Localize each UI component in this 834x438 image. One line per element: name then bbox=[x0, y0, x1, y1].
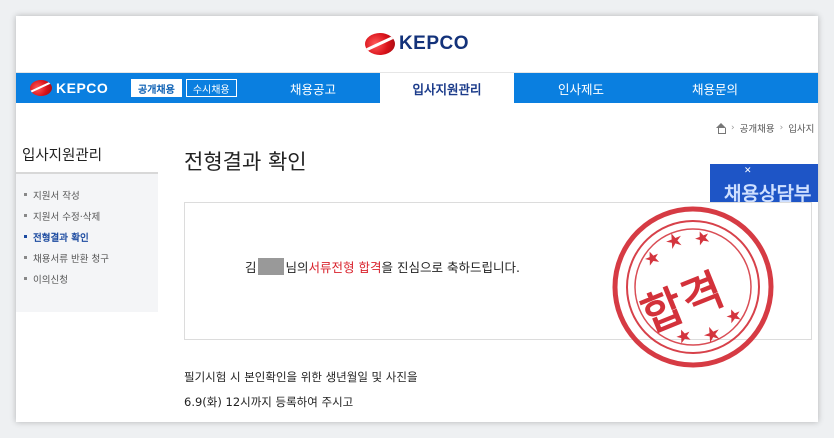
logo-text: KEPCO bbox=[398, 33, 470, 54]
nav-item-job-posting[interactable]: 채용공고 bbox=[246, 73, 380, 103]
kepco-logo[interactable]: KEPCO bbox=[364, 33, 470, 55]
notice-line: 필기시험 시 본인확인을 위한 생년월일 및 사진을 bbox=[184, 370, 418, 384]
notice-line: 6.9(화) 12시까지 등록하여 주시고 bbox=[184, 395, 354, 409]
masked-name bbox=[257, 258, 284, 275]
nav-item-hr-system[interactable]: 인사제도 bbox=[514, 73, 648, 103]
sidebar-title: 입사지원관리 bbox=[16, 136, 158, 174]
result-message: 김 님의 서류전형 합격 을 진심으로 축하드립니다. bbox=[245, 257, 520, 276]
main-navbar: KEPCO 공개채용 수시채용 채용공고 입사지원관리 인사제도 채용문의 bbox=[16, 73, 818, 103]
kepco-logo-icon bbox=[364, 33, 395, 55]
kepco-logo-icon bbox=[30, 80, 52, 96]
sidebar-item-edit-application[interactable]: 지원서 수정·삭제 bbox=[24, 205, 158, 226]
nav-menu: 채용공고 입사지원관리 인사제도 채용문의 bbox=[246, 73, 782, 103]
sidebar-item-document-return[interactable]: 채용서류 반환 청구 bbox=[24, 247, 158, 268]
sidebar-item-appeal[interactable]: 이의신청 bbox=[24, 268, 158, 289]
bullet-icon bbox=[24, 214, 27, 217]
breadcrumb: › 공개채용 › 입사지 bbox=[716, 121, 814, 135]
sidebar: 입사지원관리 지원서 작성 지원서 수정·삭제 전형결과 확인 채용서류 반환 … bbox=[16, 136, 158, 312]
applicant-name-initial: 김 bbox=[245, 260, 257, 275]
bullet-icon bbox=[24, 256, 27, 259]
sidebar-item-label: 지원서 수정·삭제 bbox=[33, 211, 101, 223]
nav-item-inquiry[interactable]: 채용문의 bbox=[648, 73, 782, 103]
sidebar-item-check-result[interactable]: 전형결과 확인 bbox=[24, 226, 158, 247]
home-icon[interactable] bbox=[716, 123, 726, 134]
message-part1: 님의 bbox=[285, 260, 309, 275]
chevron-right-icon: › bbox=[731, 123, 735, 133]
page-title: 전형결과 확인 bbox=[184, 150, 307, 174]
sidebar-item-label: 전형결과 확인 bbox=[33, 232, 89, 244]
bullet-icon bbox=[24, 193, 27, 196]
sidebar-item-label: 지원서 작성 bbox=[33, 190, 80, 202]
sidebar-item-label: 채용서류 반환 청구 bbox=[33, 253, 109, 265]
breadcrumb-item[interactable]: 입사지 bbox=[788, 121, 814, 135]
sidebar-item-label: 이의신청 bbox=[33, 274, 68, 286]
navbar-logo[interactable]: KEPCO bbox=[16, 80, 131, 96]
site-header: KEPCO bbox=[16, 16, 818, 73]
bullet-icon bbox=[24, 235, 27, 238]
sidebar-item-write-application[interactable]: 지원서 작성 bbox=[24, 184, 158, 205]
nav-item-application-management[interactable]: 입사지원관리 bbox=[380, 73, 514, 103]
pill-public-recruit[interactable]: 공개채용 bbox=[131, 79, 182, 97]
breadcrumb-item[interactable]: 공개채용 bbox=[740, 121, 775, 135]
bullet-icon bbox=[24, 277, 27, 280]
pill-rolling-recruit[interactable]: 수시채용 bbox=[185, 79, 237, 97]
close-icon[interactable]: ✕ bbox=[744, 166, 752, 176]
chevron-right-icon: › bbox=[779, 123, 784, 133]
result-highlight: 서류전형 합격 bbox=[308, 260, 382, 275]
navbar-logo-text: KEPCO bbox=[56, 80, 109, 96]
browser-frame: KEPCO KEPCO 공개채용 수시채용 채용공고 입사지원관리 인사제도 채… bbox=[16, 16, 818, 422]
sidebar-menu: 지원서 작성 지원서 수정·삭제 전형결과 확인 채용서류 반환 청구 이의신청 bbox=[16, 174, 158, 312]
message-part2: 을 진심으로 축하드립니다. bbox=[381, 260, 520, 275]
